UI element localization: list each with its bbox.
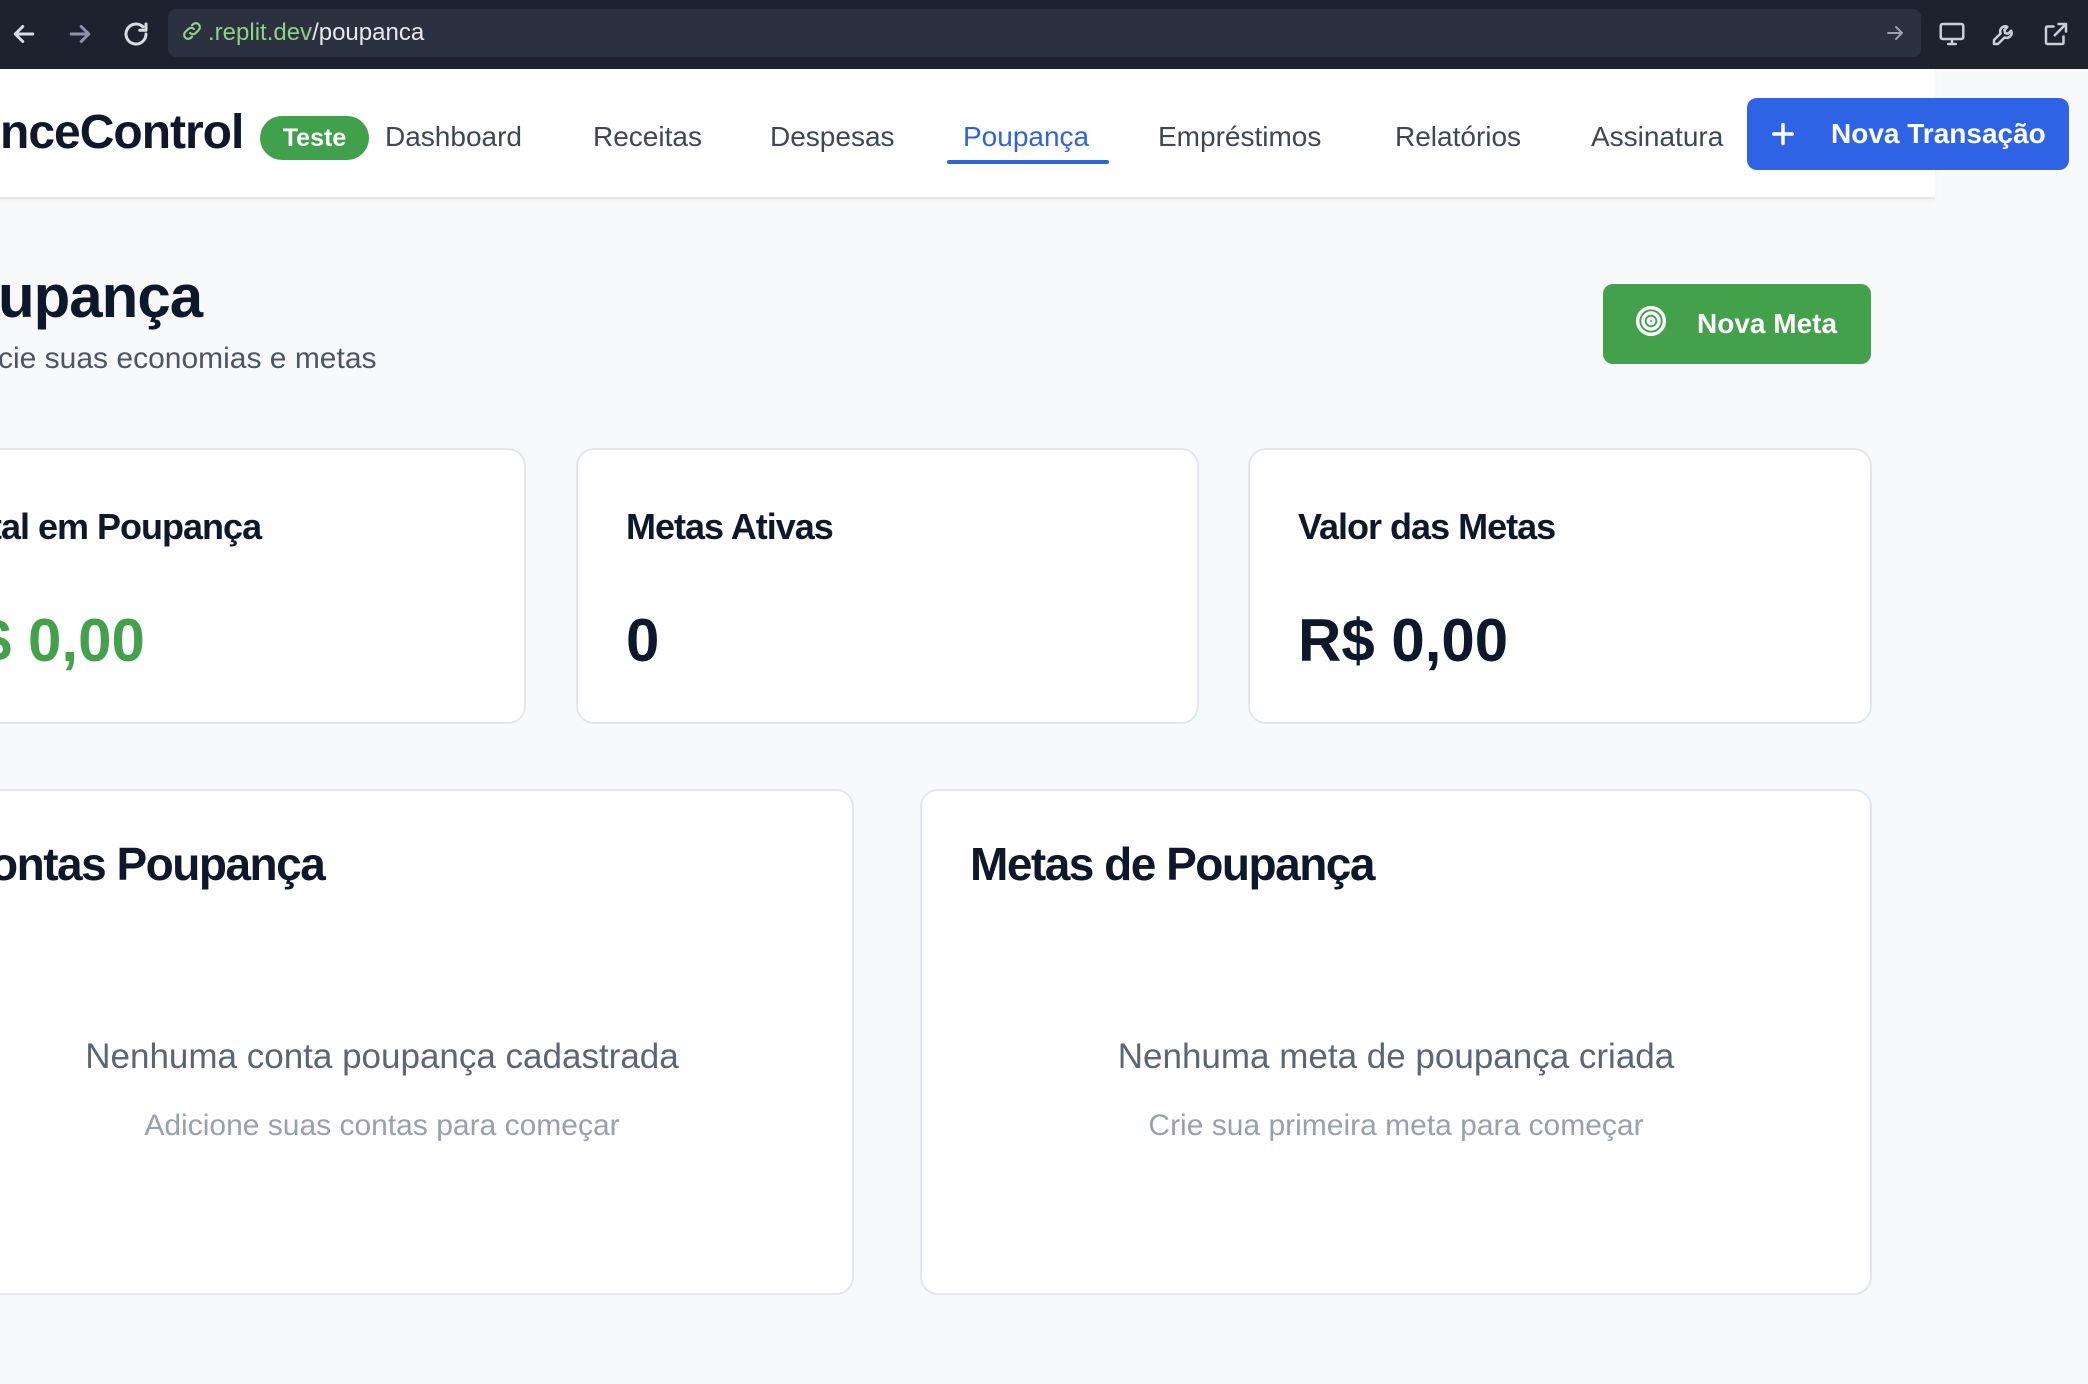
- brand-logo[interactable]: nceControl: [0, 105, 244, 160]
- new-transaction-button[interactable]: Nova Transação: [1747, 98, 2069, 170]
- stat-value: $ 0,00: [0, 607, 145, 674]
- go-arrow-icon[interactable]: [1883, 21, 1907, 50]
- back-icon[interactable]: [4, 14, 44, 54]
- empty-state-subtitle: Adicione suas contas para começar: [144, 1109, 620, 1142]
- stat-value: R$ 0,00: [1298, 607, 1509, 674]
- app-header: nceControl Teste Dashboard Receitas Desp…: [0, 69, 1935, 199]
- active-nav-indicator: [947, 160, 1109, 164]
- nav-despesas[interactable]: Despesas: [770, 121, 895, 153]
- target-icon: [1635, 305, 1667, 344]
- browser-toolbar: .replit.dev/poupanca: [0, 0, 2088, 69]
- url-host: .replit.dev: [208, 19, 313, 46]
- plus-icon: [1747, 120, 1819, 148]
- nav-dashboard[interactable]: Dashboard: [385, 121, 522, 153]
- new-goal-button[interactable]: Nova Meta: [1603, 284, 1871, 364]
- nav-relatorios[interactable]: Relatórios: [1395, 121, 1521, 153]
- empty-state-title: Nenhuma meta de poupança criada: [1117, 1037, 1675, 1076]
- page-subtitle: cie suas economias e metas: [0, 342, 377, 375]
- stat-label: Metas Ativas: [626, 506, 834, 547]
- nav-emprestimos[interactable]: Empréstimos: [1158, 121, 1321, 153]
- stat-label: Valor das Metas: [1298, 506, 1556, 547]
- nav-receitas[interactable]: Receitas: [593, 121, 702, 153]
- page-title: upança: [0, 263, 203, 330]
- forward-icon[interactable]: [60, 14, 100, 54]
- savings-goals-panel: Metas de Poupança Nenhuma meta de poupan…: [920, 789, 1872, 1295]
- address-bar[interactable]: .replit.dev/poupanca: [168, 9, 1921, 57]
- panel-title: ontas Poupança: [0, 838, 326, 890]
- url-path: /poupanca: [312, 19, 425, 46]
- external-link-icon[interactable]: [2038, 16, 2074, 52]
- wrench-icon[interactable]: [1986, 16, 2022, 52]
- stat-card-goals-value: Valor das Metas R$ 0,00: [1248, 448, 1872, 724]
- nav-assinatura[interactable]: Assinatura: [1591, 121, 1723, 153]
- link-icon: [180, 19, 204, 48]
- savings-accounts-panel: ontas Poupança Nenhuma conta poupança ca…: [0, 789, 854, 1295]
- stat-label: tal em Poupança: [0, 506, 262, 547]
- panel-title: Metas de Poupança: [970, 838, 1375, 890]
- new-goal-label: Nova Meta: [1697, 308, 1838, 339]
- test-badge: Teste: [260, 116, 369, 160]
- empty-state-subtitle: Crie sua primeira meta para começar: [1148, 1109, 1644, 1142]
- empty-state-title: Nenhuma conta poupança cadastrada: [85, 1037, 679, 1076]
- nav-poupanca[interactable]: Poupança: [963, 121, 1089, 153]
- stat-card-total-savings: tal em Poupança $ 0,00: [0, 448, 526, 724]
- new-transaction-label: Nova Transação: [1831, 118, 2046, 149]
- stat-card-active-goals: Metas Ativas 0: [576, 448, 1199, 724]
- monitor-icon[interactable]: [1934, 16, 1970, 52]
- stat-value: 0: [626, 607, 660, 674]
- reload-icon[interactable]: [116, 14, 156, 54]
